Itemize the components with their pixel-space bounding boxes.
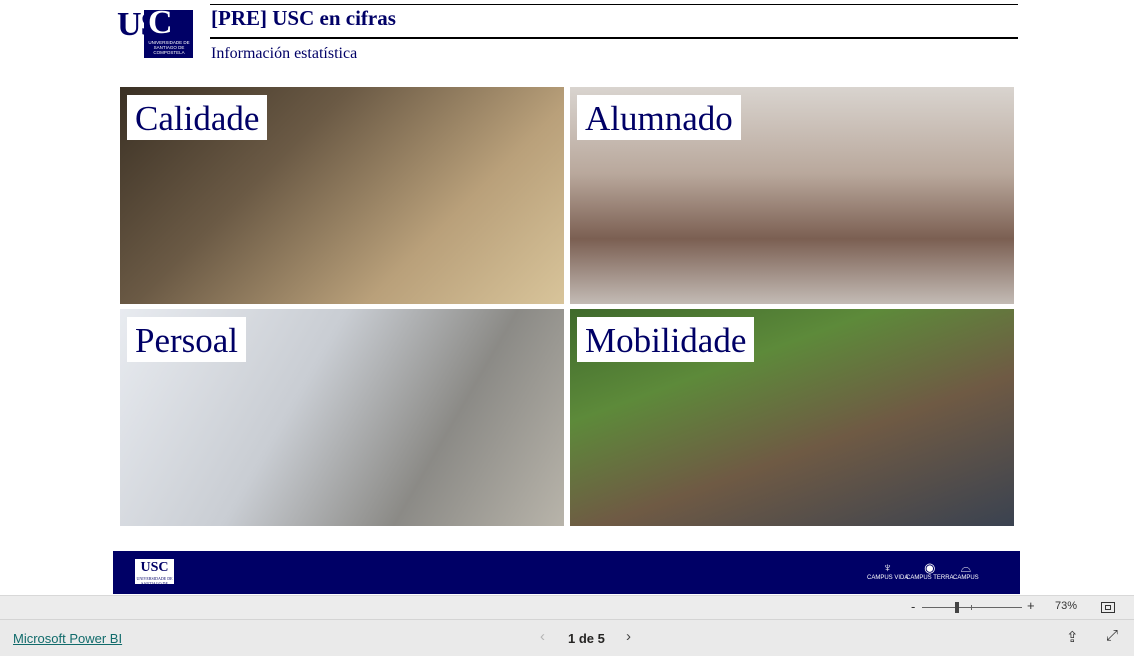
next-page-button[interactable]: › [626, 628, 631, 645]
footer-logo-text: USC [140, 560, 169, 575]
tile-persoal[interactable]: Persoal [120, 309, 564, 526]
tile-label-alumnado: Alumnado [577, 95, 741, 140]
campus-terra-icon: ◉ [924, 560, 936, 575]
partner-label: CAMPUS VIDA [867, 575, 909, 581]
tile-label-mobilidade: Mobilidade [577, 317, 755, 362]
title-rule-bottom [210, 37, 1018, 39]
campus-icon: ⌓ [960, 560, 971, 575]
bottom-bar: Microsoft Power BI ‹ 1 de 5 › ⇪ ⤢ [0, 619, 1134, 656]
zoom-bar: - + 73% [0, 595, 1134, 619]
title-rule-top [210, 4, 1018, 5]
partner-campus: ⌓ CAMPUS [953, 561, 979, 582]
partner-campus-vida: ♆ CAMPUS VIDA [867, 561, 908, 582]
partner-label: CAMPUS [953, 575, 979, 581]
logo-subtext: UNIVERSIDADE DE SANTIAGO DE COMPOSTELA [148, 40, 190, 55]
tile-alumnado[interactable]: Alumnado [570, 87, 1014, 304]
footer-band: USC UNIVERSIDADE DE SANTIAGO DE COMPOSTE… [113, 551, 1020, 594]
tile-label-calidade: Calidade [127, 95, 268, 140]
page-title: [PRE] USC en cifras [211, 6, 396, 30]
tile-label-persoal: Persoal [127, 317, 247, 362]
page-indicator: 1 de 5 [568, 631, 605, 646]
partner-campus-terra: ◉ CAMPUS TERRA [906, 561, 954, 582]
power-bi-link[interactable]: Microsoft Power BI [13, 631, 122, 646]
zoom-out-button[interactable]: - [911, 599, 915, 614]
footer-logo: USC UNIVERSIDADE DE SANTIAGO DE COMPOSTE… [135, 559, 174, 591]
expand-icon[interactable]: ⤢ [1106, 627, 1118, 644]
zoom-slider-thumb[interactable] [955, 602, 959, 613]
page-subtitle: Información estatística [211, 45, 358, 62]
logo-c: C [148, 4, 173, 41]
fit-to-page-icon[interactable] [1101, 602, 1115, 613]
logo-panel: C UNIVERSIDADE DE SANTIAGO DE COMPOSTELA [144, 4, 193, 58]
zoom-value: 73% [1055, 600, 1078, 612]
tile-calidade[interactable]: Calidade [120, 87, 564, 304]
zoom-slider-track[interactable] [922, 607, 1022, 608]
previous-page-button[interactable]: ‹ [540, 628, 545, 645]
share-icon[interactable]: ⇪ [1066, 628, 1079, 646]
partner-label: CAMPUS TERRA [906, 575, 954, 581]
zoom-in-button[interactable]: + [1027, 598, 1035, 613]
usc-logo: US C UNIVERSIDADE DE SANTIAGO DE COMPOST… [117, 4, 194, 58]
report-canvas: US C UNIVERSIDADE DE SANTIAGO DE COMPOST… [0, 0, 1134, 595]
tile-mobilidade[interactable]: Mobilidade [570, 309, 1014, 526]
footer-logo-subtext: UNIVERSIDADE DE SANTIAGO DE COMPOSTELA [136, 576, 173, 591]
campus-vida-icon: ♆ [882, 560, 893, 575]
zoom-slider-tick [971, 605, 972, 610]
